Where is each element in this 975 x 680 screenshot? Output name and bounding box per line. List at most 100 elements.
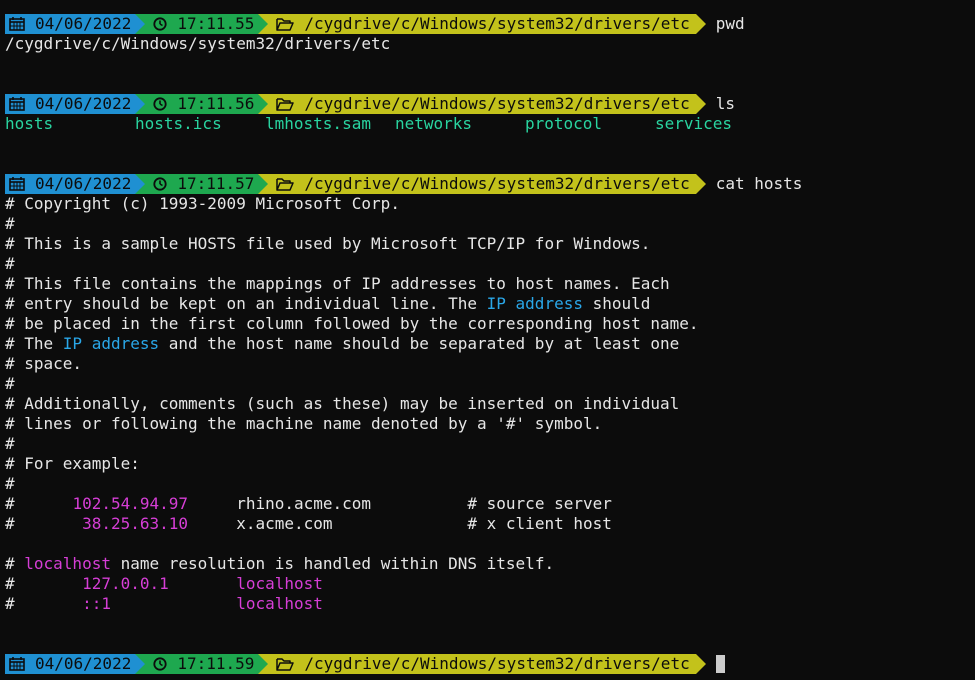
- prompt-time: 17:11.55: [177, 14, 255, 33]
- hosts-line: # localhost name resolution is handled w…: [0, 554, 975, 574]
- segment-separator: [695, 94, 706, 114]
- text-fragment: # The: [5, 334, 63, 353]
- localhost-highlight: localhost: [24, 554, 111, 573]
- text-fragment: x.acme.com # x client host: [188, 514, 612, 533]
- hosts-line: # 102.54.94.97 rhino.acme.com # source s…: [0, 494, 975, 514]
- file-entry: protocol: [525, 114, 603, 133]
- text-fragment: and the host name should be separated by…: [159, 334, 680, 353]
- prompt-line: 04/06/2022 17:11.57 /cygdrive/c/Windows/…: [0, 174, 975, 194]
- date-segment: 04/06/2022: [5, 14, 136, 34]
- path-segment: /cygdrive/c/Windows/system32/drivers/etc: [268, 14, 696, 34]
- output-line: /cygdrive/c/Windows/system32/drivers/etc: [5, 34, 391, 53]
- hosts-line: # lines or following the machine name de…: [5, 414, 603, 433]
- prompt-line: 04/06/2022 17:11.59 /cygdrive/c/Windows/…: [0, 654, 975, 674]
- hosts-line: # 38.25.63.10 x.acme.com # x client host: [0, 514, 975, 534]
- text-fragment: name resolution is handled within DNS it…: [110, 554, 555, 573]
- calendar-icon: [9, 97, 25, 111]
- hosts-line: # entry should be kept on an individual …: [0, 294, 975, 314]
- clock-icon: [153, 97, 167, 111]
- segment-separator: [258, 14, 269, 34]
- hosts-line: # Copyright (c) 1993-2009 Microsoft Corp…: [5, 194, 400, 213]
- text-fragment: [169, 574, 236, 593]
- prompt-path: /cygdrive/c/Windows/system32/drivers/etc: [304, 654, 690, 673]
- ip-address-highlight: IP address: [62, 334, 160, 353]
- calendar-icon: [9, 17, 25, 31]
- clock-icon: [153, 657, 167, 671]
- ip-value: ::1: [82, 594, 111, 613]
- segment-separator: [695, 174, 706, 194]
- command-text: ls: [715, 94, 735, 113]
- prompt-time: 17:11.56: [177, 94, 255, 113]
- ls-output-line: hosts hosts.ics lmhosts.sam networks protoco…: [0, 114, 975, 134]
- hosts-line: # space.: [5, 354, 83, 373]
- prompt-date: 04/06/2022: [35, 94, 132, 113]
- date-segment: 04/06/2022: [5, 654, 136, 674]
- segment-separator: [258, 654, 269, 674]
- terminal-window[interactable]: 04/06/2022 17:11.55 /cygdrive/c/Windows/…: [0, 0, 975, 680]
- clock-icon: [153, 17, 167, 31]
- hosts-line: #: [5, 254, 15, 273]
- text-fragment: rhino.acme.com # source server: [188, 494, 612, 513]
- prompt-date: 04/06/2022: [35, 654, 132, 673]
- prompt-date: 04/06/2022: [35, 174, 132, 193]
- date-segment: 04/06/2022: [5, 174, 136, 194]
- file-entry: hosts: [5, 114, 54, 133]
- ip-value: 102.54.94.97: [72, 494, 189, 513]
- text-fragment: [111, 594, 236, 613]
- hosts-line: # ::1 localhost: [0, 594, 975, 614]
- localhost-highlight: localhost: [236, 574, 323, 593]
- ip-value: 38.25.63.10: [82, 514, 189, 533]
- segment-separator: [135, 14, 146, 34]
- hosts-line: # The IP address and the host name shoul…: [0, 334, 975, 354]
- time-segment: 17:11.59: [145, 654, 259, 674]
- prompt-line: 04/06/2022 17:11.56 /cygdrive/c/Windows/…: [0, 94, 975, 114]
- prompt-time: 17:11.57: [177, 174, 255, 193]
- hosts-line: # For example:: [5, 454, 140, 473]
- date-segment: 04/06/2022: [5, 94, 136, 114]
- folder-open-icon: [276, 17, 295, 31]
- text-fragment: should: [582, 294, 651, 313]
- folder-open-icon: [276, 177, 295, 191]
- hosts-line: #: [5, 434, 15, 453]
- time-segment: 17:11.56: [145, 94, 259, 114]
- prompt-line: 04/06/2022 17:11.55 /cygdrive/c/Windows/…: [0, 14, 975, 34]
- text-fragment: # entry should be kept on an individual …: [5, 294, 487, 313]
- hosts-line: # This is a sample HOSTS file used by Mi…: [5, 234, 651, 253]
- text-fragment: #: [5, 554, 25, 573]
- prompt-date: 04/06/2022: [35, 14, 132, 33]
- time-segment: 17:11.55: [145, 14, 259, 34]
- prompt-path: /cygdrive/c/Windows/system32/drivers/etc: [304, 14, 690, 33]
- hosts-line: #: [5, 474, 15, 493]
- prompt-time: 17:11.59: [177, 654, 255, 673]
- file-entry: lmhosts.sam: [265, 114, 371, 133]
- text-fragment: #: [5, 594, 83, 613]
- calendar-icon: [9, 657, 25, 671]
- ip-address-highlight: IP address: [486, 294, 583, 313]
- hosts-line: # Additionally, comments (such as these)…: [5, 394, 680, 413]
- clock-icon: [153, 177, 167, 191]
- calendar-icon: [9, 177, 25, 191]
- file-entry: services: [655, 114, 733, 133]
- segment-separator: [258, 174, 269, 194]
- segment-separator: [135, 654, 146, 674]
- text-cursor[interactable]: [715, 655, 725, 673]
- segment-separator: [695, 14, 706, 34]
- file-entry: hosts.ics: [135, 114, 222, 133]
- hosts-line: #: [5, 214, 15, 233]
- segment-separator: [258, 94, 269, 114]
- localhost-highlight: localhost: [236, 594, 323, 613]
- segment-separator: [135, 94, 146, 114]
- prompt-path: /cygdrive/c/Windows/system32/drivers/etc: [304, 94, 690, 113]
- command-text: pwd: [715, 14, 745, 33]
- command-text: cat hosts: [715, 174, 803, 193]
- hosts-line: # This file contains the mappings of IP …: [5, 274, 670, 293]
- hosts-line: #: [5, 374, 15, 393]
- text-fragment: #: [5, 494, 73, 513]
- ip-value: 127.0.0.1: [82, 574, 169, 593]
